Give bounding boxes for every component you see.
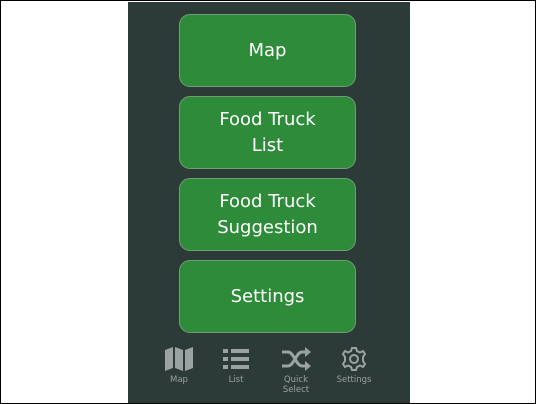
gear-icon	[338, 346, 370, 372]
tab-list[interactable]: List	[206, 346, 266, 400]
tab-quick-select-label: Quick Select	[282, 375, 310, 395]
screenshot-frame: Map Food Truck List Food Truck Suggestio…	[0, 0, 536, 404]
food-truck-list-button[interactable]: Food Truck List	[179, 96, 356, 169]
shuffle-icon	[280, 346, 312, 372]
tab-map[interactable]: Map	[149, 346, 209, 400]
settings-button[interactable]: Settings	[179, 260, 356, 333]
tab-bar: Map List Quick Select Settings	[128, 342, 410, 403]
list-icon	[220, 346, 252, 372]
tab-list-label: List	[228, 375, 244, 385]
map-button[interactable]: Map	[179, 14, 356, 87]
tab-map-label: Map	[170, 375, 188, 385]
food-truck-suggestion-button[interactable]: Food Truck Suggestion	[179, 178, 356, 251]
tab-settings[interactable]: Settings	[324, 346, 384, 400]
tab-quick-select[interactable]: Quick Select	[266, 346, 326, 400]
app-screen: Map Food Truck List Food Truck Suggestio…	[128, 2, 410, 403]
tab-settings-label: Settings	[336, 375, 372, 385]
map-icon	[163, 346, 195, 372]
